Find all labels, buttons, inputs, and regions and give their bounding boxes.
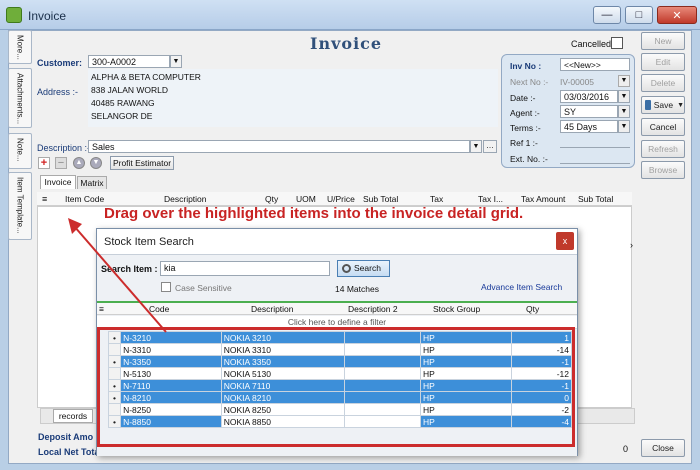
minimize-button[interactable]: — (593, 6, 621, 24)
grid-menu-icon[interactable]: ≡ (42, 194, 47, 204)
description-label: Description :- (37, 143, 91, 153)
col-qty[interactable]: Qty (265, 194, 278, 204)
nextno-dropdown-icon[interactable]: ▼ (618, 75, 630, 87)
delete-button[interactable]: Delete (641, 74, 685, 92)
address-label: Address :- (37, 87, 79, 97)
grid-scroll-right-icon[interactable]: › (630, 240, 633, 250)
address-line: ALPHA & BETA COMPUTER (91, 72, 201, 82)
description-dropdown-icon[interactable]: ▼ (470, 140, 482, 153)
remove-row-icon[interactable]: − (55, 157, 67, 169)
description-more-button[interactable]: … (483, 140, 497, 153)
side-tab-label: Item Template... (15, 177, 25, 234)
date-dropdown-icon[interactable]: ▼ (618, 90, 630, 103)
records-tab[interactable]: records (53, 409, 93, 423)
maximize-button[interactable]: □ (625, 6, 653, 24)
extno-field[interactable] (560, 163, 630, 164)
drag-arrow (68, 218, 167, 333)
col-description[interactable]: Description (164, 194, 207, 204)
col-subtotal[interactable]: Sub Total (363, 194, 398, 204)
agent-dropdown-icon[interactable]: ▼ (618, 105, 630, 118)
col-uom[interactable]: UOM (296, 194, 316, 204)
description-field[interactable]: Sales (88, 140, 470, 153)
page-title: Invoice (310, 34, 383, 53)
local-net-total-label: Local Net Total: (38, 447, 105, 457)
customer-label: Customer: (37, 58, 83, 68)
customer-dropdown-icon[interactable]: ▼ (170, 55, 182, 68)
window-title: Invoice (28, 9, 67, 23)
col-description[interactable]: Description (251, 304, 294, 314)
search-button-label: Search (354, 263, 381, 273)
move-down-icon[interactable]: ▼ (90, 157, 102, 169)
refresh-button[interactable]: Refresh (641, 140, 685, 158)
app-icon (6, 7, 22, 23)
side-tab-attachments[interactable]: Attachments... (8, 68, 32, 128)
disk-icon (645, 100, 651, 110)
tab-invoice[interactable]: Invoice (40, 175, 76, 189)
address-box[interactable]: ALPHA & BETA COMPUTER 838 JALAN WORLD 40… (88, 69, 498, 127)
col-tax[interactable]: Tax (430, 194, 443, 204)
side-tab-label: More... (15, 35, 25, 60)
invno-label: Inv No : (510, 61, 542, 71)
save-button[interactable]: Save ▼ (641, 96, 685, 114)
agent-field[interactable]: SY (560, 105, 618, 118)
close-window-button[interactable]: ✕ (657, 6, 697, 24)
col-tax-inclusive[interactable]: Tax I... (478, 194, 503, 204)
detail-grid-header: ≡ Item Code Description Qty UOM U/Price … (37, 192, 632, 214)
browse-button[interactable]: Browse (641, 161, 685, 179)
col-stock-group[interactable]: Stock Group (433, 304, 480, 314)
close-button[interactable]: Close (641, 439, 685, 457)
nextno-label: Next No :- (510, 77, 549, 87)
side-tab-note[interactable]: Note... (8, 133, 32, 169)
match-count: 14 Matches (335, 284, 379, 294)
title-bar: Invoice — □ ✕ (0, 0, 700, 30)
col-item-code[interactable]: Item Code (65, 194, 104, 204)
search-icon (342, 264, 351, 274)
col-qty[interactable]: Qty (526, 304, 539, 314)
col-uprice[interactable]: U/Price (327, 194, 355, 204)
agent-label: Agent :- (510, 108, 540, 118)
case-sensitive-label: Case Sensitive (175, 283, 232, 293)
side-tab-label: Note... (15, 138, 25, 162)
nextno-value: IV-00005 (560, 77, 595, 87)
chevron-down-icon: ▼ (677, 101, 684, 109)
new-button[interactable]: New (641, 32, 685, 50)
extno-label: Ext. No. :- (510, 154, 548, 164)
terms-dropdown-icon[interactable]: ▼ (618, 120, 630, 133)
dialog-close-button[interactable]: x (556, 232, 574, 250)
footer-total-value: 0 (623, 444, 629, 454)
deposit-amount-label: Deposit Amo (38, 432, 94, 442)
tab-matrix[interactable]: Matrix (77, 176, 107, 189)
customer-code-field[interactable]: 300-A0002 (88, 55, 170, 68)
date-label: Date :- (510, 93, 536, 103)
terms-field[interactable]: 45 Days (560, 120, 618, 133)
col-description-2[interactable]: Description 2 (348, 304, 398, 314)
highlight-box (97, 327, 575, 447)
cancel-button[interactable]: Cancel (641, 118, 685, 136)
address-line: SELANGOR DE (91, 111, 153, 121)
advance-item-search-link[interactable]: Advance Item Search (481, 282, 562, 292)
move-up-icon[interactable]: ▲ (73, 157, 85, 169)
search-button[interactable]: Search (337, 260, 390, 277)
side-tab-label: Attachments... (15, 73, 25, 125)
edit-button[interactable]: Edit (641, 53, 685, 71)
add-row-icon[interactable]: + (38, 157, 50, 169)
invno-field[interactable]: <<New>> (560, 58, 630, 71)
address-line: 838 JALAN WORLD (91, 85, 168, 95)
side-tab-item-template[interactable]: Item Template... (8, 172, 32, 240)
profit-estimator-button[interactable]: Profit Estimator (110, 156, 174, 170)
invoice-number-panel: Inv No : <<New>> Next No :- IV-00005 ▼ D… (501, 54, 635, 168)
address-line: 40485 RAWANG (91, 98, 155, 108)
cancelled-label: Cancelled (571, 39, 612, 49)
terms-label: Terms :- (510, 123, 541, 133)
cancelled-checkbox[interactable] (611, 37, 623, 49)
date-field[interactable]: 03/03/2016 (560, 90, 618, 103)
save-label: Save (653, 100, 674, 110)
ref1-label: Ref 1 :- (510, 138, 538, 148)
search-input[interactable]: kia (160, 261, 330, 276)
ref1-field[interactable] (560, 147, 630, 148)
col-tax-amount[interactable]: Tax Amount (521, 194, 565, 204)
side-tab-more[interactable]: More... (8, 30, 32, 64)
